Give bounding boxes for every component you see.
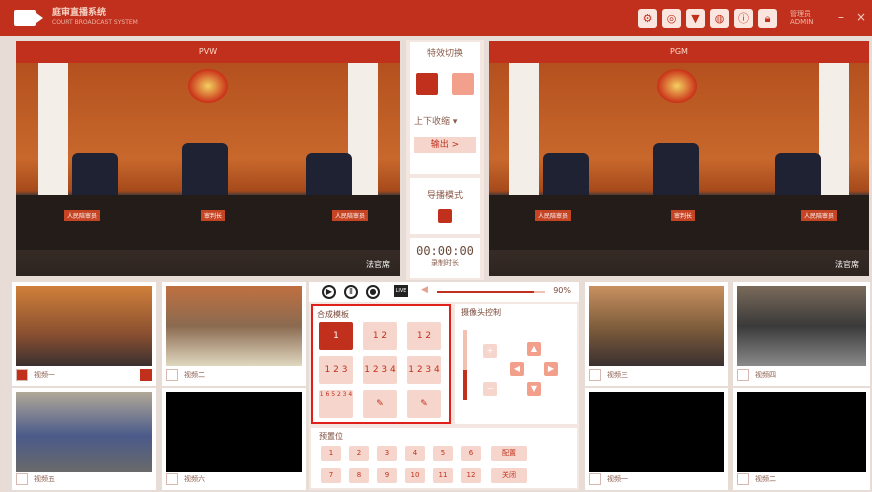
info-icon[interactable]: ⓘ [734,9,753,28]
pause-icon[interactable]: Ⅱ [344,285,358,299]
checkbox[interactable] [166,473,178,485]
camera-tile-1[interactable]: 视频一 [12,282,156,386]
pgm-header: PGM [489,41,869,63]
zoom-in-button[interactable]: + [483,344,497,358]
pgm-video[interactable]: 人民陪审员 审判长 人民陪审员 法官席 [489,63,869,276]
play-icon[interactable]: ▶ [322,285,336,299]
star-effect-button[interactable] [415,73,438,95]
speaker-icon[interactable]: ◀ [421,285,428,295]
app-title: 庭审直播系统 COURT BROADCAST SYSTEM [52,8,138,26]
checkbox[interactable] [589,369,601,381]
camera-tile-5[interactable]: 视频五 [12,388,156,490]
preset-7[interactable]: 7 [321,468,341,483]
checkbox[interactable] [16,473,28,485]
volume-value: 90% [553,286,571,295]
shirt-icon[interactable]: ▼ [686,9,705,28]
no-effect-button[interactable] [452,73,475,95]
camera-tile-8[interactable]: 视频二 [733,388,870,490]
pgm-label: 法官席 [835,260,859,269]
checkbox[interactable] [16,369,28,381]
down-arrow-icon[interactable]: ▼ [527,382,541,396]
layout-4[interactable]: 1 2 3 [319,356,353,384]
globe-icon[interactable]: ◍ [710,9,729,28]
camera-tile-4[interactable]: 视频四 [733,282,870,386]
middle-panel: 特效切换 上下收缩 ▾ 输出 > 导播模式 00:00:00 录制时长 [406,40,484,280]
volume-slider[interactable] [437,291,545,293]
preset-1[interactable]: 1 [321,446,341,461]
control-panel: ▶ Ⅱ ● LIVE ◀ 90% 合成模板 1 1 2 1 2 1 2 3 1 … [309,282,579,490]
camera-control-box: 摄像头控制 + − ▲ ◀ ▶ ▼ [455,304,577,424]
preset-6[interactable]: 6 [461,446,481,461]
camera-tile-2[interactable]: 视频二 [162,282,306,386]
live-icon[interactable]: LIVE [394,285,408,297]
pvw-video[interactable]: 人民陪审员 审判长 人民陪审员 法官席 [16,63,400,276]
pvw-label: 法官席 [366,260,390,269]
preset-12[interactable]: 12 [461,468,481,483]
preset-11[interactable]: 11 [433,468,453,483]
checkbox[interactable] [166,369,178,381]
output-button[interactable]: 输出 > [414,137,476,153]
preset-9[interactable]: 9 [377,468,397,483]
layout-template-box: 合成模板 1 1 2 1 2 1 2 3 1 2 3 4 1 2 3 4 1 6… [311,304,451,424]
camera-tile-7[interactable]: 视频一 [585,388,728,490]
layout-3[interactable]: 1 2 [407,322,441,350]
lock-icon[interactable]: 🔒︎ [758,9,777,28]
close-button[interactable]: × [856,10,866,24]
checkbox[interactable] [737,473,749,485]
layout-custom-1[interactable]: ✎ [363,390,397,418]
preset-3[interactable]: 3 [377,446,397,461]
layout-1[interactable]: 1 [319,322,353,350]
left-arrow-icon[interactable]: ◀ [510,362,524,376]
checkbox[interactable] [737,369,749,381]
title-bar: 庭审直播系统 COURT BROADCAST SYSTEM ⚙ ◎ ▼ ◍ ⓘ 🔒… [0,0,872,36]
transition-select[interactable]: 上下收缩 ▾ [410,114,480,127]
timer-label: 录制时长 [431,259,459,267]
director-title: 导播模式 [426,191,463,201]
camera-tile-3[interactable]: 视频三 [585,282,728,386]
layout-7[interactable]: 1 6 5 2 3 4 [319,390,353,418]
layout-5[interactable]: 1 2 3 4 [363,356,397,384]
camera-tile-6[interactable]: 视频六 [162,388,306,490]
pvw-header: PVW [16,41,400,63]
preset-10[interactable]: 10 [405,468,425,483]
right-arrow-icon[interactable]: ▶ [544,362,558,376]
timer-value: 00:00:00 [416,244,474,258]
zoom-out-button[interactable]: − [483,382,497,396]
layout-6[interactable]: 1 2 3 4 [407,356,441,384]
preset-2[interactable]: 2 [349,446,369,461]
zoom-slider[interactable] [463,330,467,400]
preset-4[interactable]: 4 [405,446,425,461]
stop-icon[interactable]: ● [366,285,380,299]
up-arrow-icon[interactable]: ▲ [527,342,541,356]
target-icon[interactable]: ◎ [662,9,681,28]
gear-icon[interactable]: ⚙ [638,9,657,28]
director-button[interactable] [438,209,452,223]
preset-8[interactable]: 8 [349,468,369,483]
layout-2[interactable]: 1 2 [363,322,397,350]
camera-logo-icon [14,10,43,26]
config-button[interactable]: 配置 [491,446,527,461]
minimize-button[interactable]: – [838,10,844,24]
special-title: 特效切换 [426,49,463,59]
close-preset-button[interactable]: 关闭 [491,468,527,483]
checkbox[interactable] [589,473,601,485]
preset-box: 预置位 1 2 3 4 5 6 配置 7 8 9 10 11 12 关闭 [311,428,577,488]
preset-5[interactable]: 5 [433,446,453,461]
user-label: 管理员 ADMIN [790,10,814,26]
layout-custom-2[interactable]: ✎ [407,390,441,418]
